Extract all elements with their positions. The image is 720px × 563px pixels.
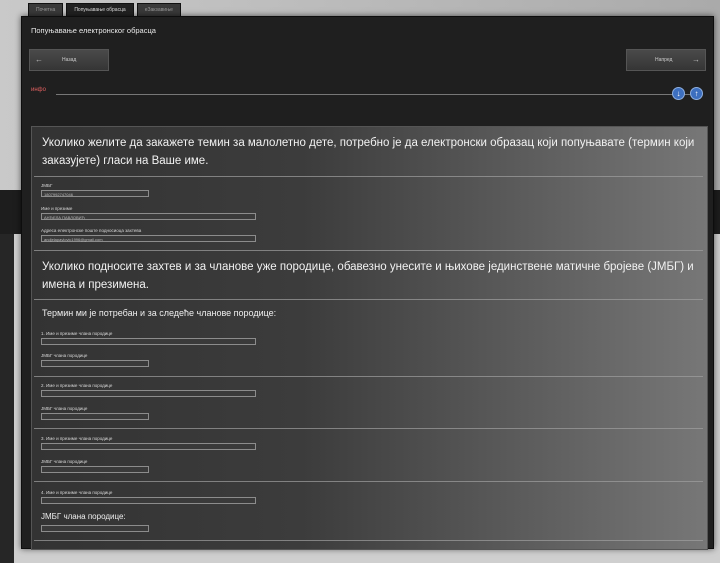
divider <box>34 481 703 482</box>
member-2-name-label: 2. Име и презиме члана породице <box>41 383 113 388</box>
member-1-jmbg-field[interactable] <box>41 360 149 367</box>
name-label: Име и презиме <box>41 206 73 211</box>
divider <box>34 428 703 429</box>
intro-text: Уколико желите да закажете темин за мало… <box>42 137 695 167</box>
member-4-jmbg-field[interactable] <box>41 525 149 532</box>
tab-booking[interactable]: eЗакзавиње <box>136 3 181 17</box>
email-label: Адреса електронске поште подносиоца захт… <box>41 228 142 233</box>
member-3-jmbg-field[interactable] <box>41 466 149 473</box>
member-3-jmbg-label: ЈМБГ члана породице <box>41 459 88 464</box>
divider <box>34 299 703 300</box>
member-1-jmbg-label: ЈМБГ члана породице <box>41 353 88 358</box>
info-link[interactable]: инфо <box>31 87 46 93</box>
member-2-name-field[interactable] <box>41 390 256 397</box>
divider-line <box>56 94 690 95</box>
scroll-down-icon[interactable]: ↓ <box>672 87 685 100</box>
member-1-name-label: 1. Име и презиме члана породице <box>41 331 113 336</box>
jmbg-field[interactable]: 1807992747046 <box>41 190 149 197</box>
next-button[interactable]: Напред → <box>626 49 706 71</box>
tab-home[interactable]: Почетна <box>28 3 64 17</box>
member-4-jmbg-label: ЈМБГ члана породице: <box>41 512 126 521</box>
family-notice-text: Уколико подносите захтев и за чланове уж… <box>42 261 694 291</box>
background-left-strip <box>0 234 14 563</box>
dialog-title: Попуњавање електронског обрасца <box>31 26 156 35</box>
member-2-jmbg-field[interactable] <box>41 413 149 420</box>
jmbg-label: JMБГ <box>41 183 53 188</box>
family-heading: Термин ми је потребан и за следеће члано… <box>42 308 277 318</box>
member-4-name-label: 4. Име и презиме члана породице <box>41 490 113 495</box>
tab-bar: Почетна Попуњавање обрасца eЗакзавиње <box>28 3 181 17</box>
arrow-right-icon: → <box>692 55 700 64</box>
name-field[interactable]: АНЂЕЛА ПАВЛОВИЋ <box>41 213 256 220</box>
member-3-name-field[interactable] <box>41 443 256 450</box>
divider <box>34 376 703 377</box>
form-panel: Уколико желите да закажете темин за мало… <box>31 126 708 550</box>
member-4-name-field[interactable] <box>41 497 256 504</box>
divider <box>34 250 703 251</box>
member-3-name-label: 3. Име и презиме члана породице <box>41 436 113 441</box>
member-2-jmbg-label: ЈМБГ члана породице <box>41 406 88 411</box>
form-dialog: Попуњавање електронског обрасца ← Назад … <box>21 16 714 550</box>
divider <box>34 176 703 177</box>
back-button-label: Назад <box>62 57 77 63</box>
arrow-left-icon: ← <box>35 55 43 64</box>
tab-fill-form[interactable]: Попуњавање обрасца <box>66 3 134 17</box>
divider <box>34 540 703 541</box>
member-1-name-field[interactable] <box>41 338 256 345</box>
next-button-label: Напред <box>655 57 673 63</box>
scroll-up-icon[interactable]: ↑ <box>690 87 703 100</box>
back-button[interactable]: ← Назад <box>29 49 109 71</box>
email-field[interactable]: andjelapavlovic1996@gmail.com <box>41 235 256 242</box>
